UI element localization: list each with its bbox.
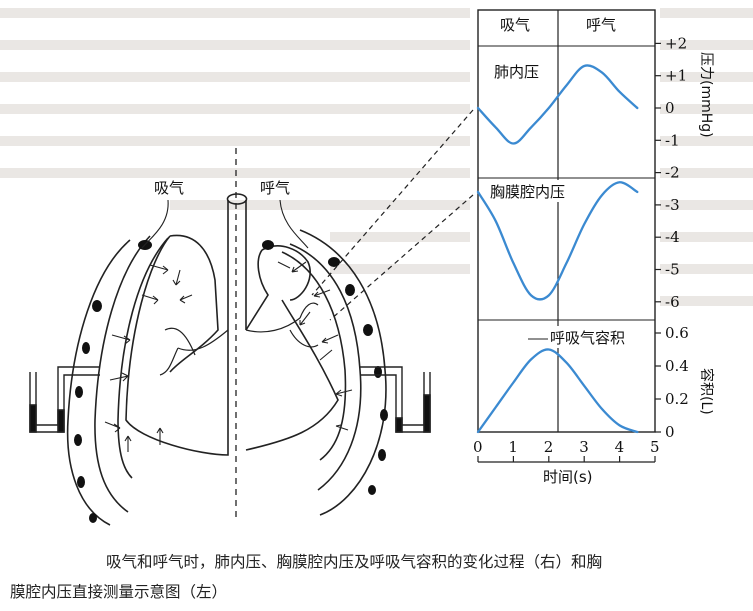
manometer-exhale: [360, 366, 431, 433]
panel-title-pleural-pressure: 胸膜腔内压: [490, 183, 565, 201]
lung-inhale: [125, 234, 229, 456]
volume-tick-label: 0.4: [665, 357, 689, 375]
bronchi-inhale: [159, 327, 229, 376]
x-tick-label: 4: [615, 438, 625, 456]
panel-title-volume: 呼吸气容积: [550, 329, 625, 347]
label-exhale: 呼气: [260, 179, 290, 197]
caption-line-1: 吸气和呼气时，肺内压、胸膜腔内压及呼吸气容积的变化过程（右）和胸: [106, 553, 603, 571]
trachea-opening: [226, 193, 248, 205]
chest-wall-inhale-inner: [94, 235, 151, 513]
pressure-tick-label: -2: [665, 164, 680, 182]
chest-wall-exhale-inner: [289, 243, 362, 491]
figure-caption: 吸气和呼气时，肺内压、胸膜腔内压及呼吸气容积的变化过程（右）和胸 膜腔内压直接测…: [10, 547, 750, 607]
respiration-figure: 吸气 呼气 吸气 呼气 肺内压 胸膜腔内压 呼吸气容积 +2 +1 0 -1 -2 -3 -…: [29, 9, 715, 526]
y-axis-ticks: +2 +1 0 -1 -2 -3 -4 -5 -6 0.6 0.4 0.2 0: [655, 34, 689, 441]
x-tick-label: 2: [544, 438, 554, 456]
ribs-inhale: [74, 240, 152, 523]
volume-tick-label: 0.6: [665, 324, 689, 342]
pressure-tick-label: -4: [665, 228, 680, 246]
trachea: [227, 200, 247, 330]
lung-exhale: [245, 245, 339, 451]
header-exhale: 呼气: [586, 16, 616, 34]
connector-line-1: [311, 109, 474, 296]
x-tick-label: 3: [579, 438, 589, 456]
chest-wall-exhale-outer: [299, 229, 387, 516]
label-inhale: 吸气: [154, 179, 184, 197]
pressure-tick-label: +1: [665, 67, 687, 85]
pressure-tick-label: 0: [665, 99, 675, 117]
y-axis-label-volume: 容积(L): [698, 368, 715, 415]
caption-line-2: 膜腔内压直接测量示意图（左）: [10, 583, 228, 601]
manometer-inhale: [29, 366, 100, 433]
pressure-tick-label: +2: [665, 34, 687, 52]
x-tick-label: 1: [508, 438, 518, 456]
x-axis-label: 时间(s): [543, 468, 593, 486]
pressure-tick-label: -1: [665, 131, 680, 149]
volume-tick-label: 0.2: [665, 390, 689, 408]
pressure-tick-label: -6: [665, 293, 680, 311]
lung-diagram: [29, 109, 474, 526]
x-tick-label: 0: [473, 438, 483, 456]
y-axis-label-pressure: 压力(mmHg): [698, 52, 714, 138]
x-tick-label: 5: [650, 438, 660, 456]
connector-line-2: [329, 194, 474, 321]
label-line-exhale: [279, 199, 309, 249]
header-inhale: 吸气: [500, 16, 530, 34]
panel-title-lung-pressure: 肺内压: [494, 63, 539, 81]
pressure-tick-label: -5: [665, 261, 680, 279]
x-axis: 0 1 2 3 4 5: [473, 438, 660, 463]
pressure-tick-label: -3: [665, 196, 680, 214]
volume-tick-label: 0: [665, 423, 675, 441]
